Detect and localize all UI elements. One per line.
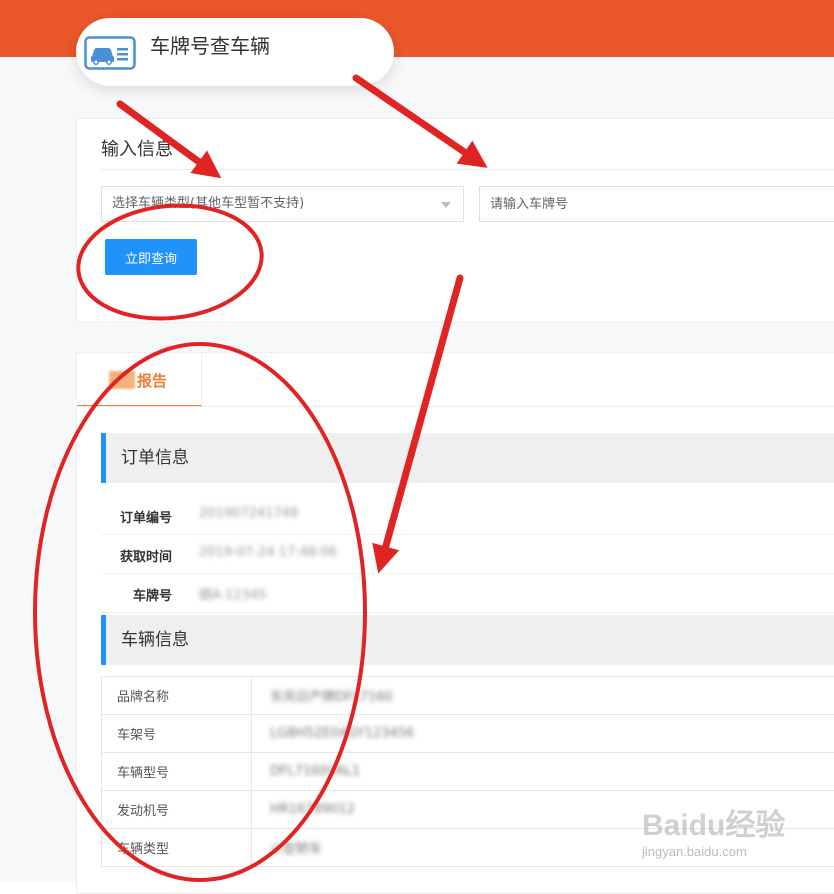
table-row: 车架号 LGBH52E04GY123456 <box>102 715 834 753</box>
order-info-row: 车牌号 赣A·12345 <box>101 573 834 613</box>
order-info-label: 车牌号 <box>87 585 172 604</box>
vehicle-field-value-text: LGBH52E04GY123456 <box>270 726 414 741</box>
baidu-watermark: Baidu经验 jingyan.baidu.com <box>640 790 800 870</box>
table-row: 车辆型号 DFL7160VAL1 <box>102 753 834 791</box>
vehicle-field-value-text: DFL7160VAL1 <box>270 764 360 779</box>
baidu-watermark-logo: Baidu经验 <box>642 800 785 844</box>
order-info-value: 赣A·12345 <box>199 584 266 603</box>
order-info-label: 获取时间 <box>87 546 172 565</box>
vehicle-field-value: 东风日产牌DFL7160 <box>252 677 834 715</box>
vehicle-field-value: DFL7160VAL1 <box>252 753 834 791</box>
vehicle-field-value-text: HR16789012 <box>270 802 355 817</box>
order-info-section-title: 订单信息 <box>101 433 834 483</box>
order-info-row: 获取时间 2019-07-24 17:48:06 <box>101 534 834 574</box>
tab-report-label: 报告 <box>137 370 167 391</box>
plate-number-input[interactable] <box>479 186 834 222</box>
table-row: 品牌名称 东风日产牌DFL7160 <box>102 677 834 715</box>
order-info-value: 2019-07-24 17:48:06 <box>199 545 337 560</box>
vehicle-field-label: 车架号 <box>102 715 252 753</box>
query-submit-button[interactable]: 立即查询 <box>105 239 197 275</box>
vehicle-field-label: 车辆型号 <box>102 753 252 791</box>
query-section-title: 输入信息 <box>101 135 173 161</box>
vehicle-field-value-text: 小型轿车 <box>270 842 322 857</box>
query-card: 输入信息 选择车辆类型(其他车型暂不支持) 立即查询 <box>76 118 834 323</box>
order-info-label: 订单编号 <box>87 507 172 526</box>
baidu-watermark-url: jingyan.baidu.com <box>642 844 747 859</box>
vehicle-type-select[interactable]: 选择车辆类型(其他车型暂不支持) <box>101 186 464 222</box>
order-info-row: 订单编号 201907241748 <box>101 495 834 535</box>
report-icon <box>109 371 135 389</box>
vehicle-info-section-title: 车辆信息 <box>101 615 834 665</box>
page-title-pill: 车牌号查车辆 <box>76 18 394 86</box>
vehicle-field-label: 发动机号 <box>102 791 252 829</box>
vehicle-field-value: LGBH52E04GY123456 <box>252 715 834 753</box>
tab-report[interactable]: 报告 <box>77 353 202 407</box>
chevron-down-icon <box>441 202 451 208</box>
divider <box>101 169 834 170</box>
vehicle-type-select-value: 选择车辆类型(其他车型暂不支持) <box>112 196 304 211</box>
vehicle-field-label: 品牌名称 <box>102 677 252 715</box>
car-license-icon <box>84 36 136 70</box>
order-info-value: 201907241748 <box>199 506 298 521</box>
page-title: 车牌号查车辆 <box>150 30 270 59</box>
tab-divider <box>77 406 834 407</box>
vehicle-field-label: 车辆类型 <box>102 829 252 867</box>
vehicle-field-value-text: 东风日产牌DFL7160 <box>270 690 393 705</box>
